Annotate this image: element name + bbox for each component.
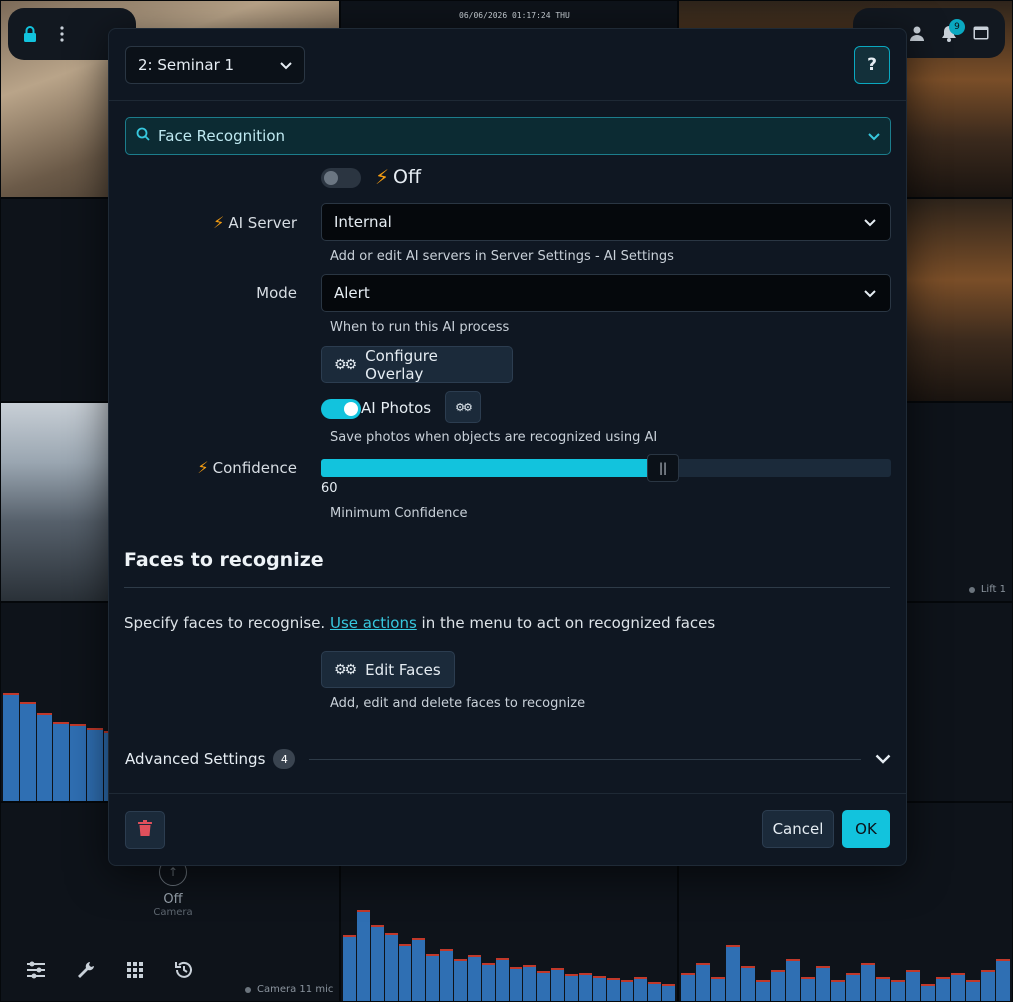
- faces-description-text: Specify faces to recognise.: [124, 614, 330, 632]
- mode-label-text: Mode: [256, 284, 297, 302]
- ai-server-label-text: AI Server: [228, 213, 297, 232]
- gears-icon: ⚙⚙: [455, 400, 473, 414]
- ai-photos-settings-button[interactable]: ⚙⚙: [445, 391, 481, 423]
- faces-description: Specify faces to recognise. Use actions …: [124, 614, 715, 632]
- ai-server-help: Add or edit AI servers in Server Setting…: [330, 249, 674, 264]
- ok-button[interactable]: OK: [842, 810, 890, 848]
- configure-overlay-label: Configure Overlay: [365, 346, 438, 383]
- use-actions-link[interactable]: Use actions: [330, 614, 417, 632]
- enable-status: ⚡ Off: [375, 165, 421, 189]
- camera-select-value: 2: Seminar 1: [138, 56, 235, 74]
- wrench-icon[interactable]: [76, 960, 96, 980]
- ai-server-label: ⚡ AI Server: [213, 213, 297, 232]
- edit-faces-button[interactable]: ⚙⚙ Edit Faces: [321, 651, 455, 688]
- confidence-slider-fill: [321, 459, 663, 477]
- enable-toggle[interactable]: [321, 168, 361, 188]
- advanced-settings-toggle[interactable]: Advanced Settings 4: [125, 745, 891, 773]
- faces-description-text-after: in the menu to act on recognized faces: [416, 614, 716, 632]
- audio-level-bars: [679, 931, 1012, 1001]
- edit-faces-help: Add, edit and delete faces to recognize: [330, 696, 586, 711]
- section-select-value: Face Recognition: [158, 127, 286, 145]
- mode-value: Alert: [334, 284, 370, 302]
- chevron-down-icon: [875, 750, 891, 768]
- section-divider: [124, 587, 890, 588]
- section-select[interactable]: Face Recognition: [125, 117, 891, 155]
- history-icon[interactable]: [174, 960, 194, 980]
- lock-icon[interactable]: [22, 25, 38, 43]
- gears-icon: ⚙⚙: [334, 661, 357, 678]
- cancel-button[interactable]: Cancel: [762, 810, 834, 848]
- advanced-settings-label: Advanced Settings: [125, 750, 266, 768]
- advanced-settings-count-badge: 4: [273, 749, 296, 769]
- ai-server-value: Internal: [334, 213, 392, 231]
- ai-photos-toggle[interactable]: [321, 399, 361, 419]
- confidence-slider[interactable]: ||: [321, 454, 891, 482]
- faces-section-title: Faces to recognize: [124, 549, 324, 571]
- confidence-slider-thumb[interactable]: ||: [647, 454, 679, 482]
- enable-status-label: Off: [393, 166, 422, 188]
- camera-caption: Camera 11 mic: [245, 984, 333, 995]
- modal-footer: Cancel OK: [109, 793, 906, 865]
- camera-off-indicator: ↑ Off Camera: [138, 858, 208, 918]
- ai-photos-label: AI Photos: [361, 399, 432, 417]
- ai-settings-modal: 2: Seminar 1 ? Face Recognition ⚡ Off ⚡ …: [108, 28, 907, 866]
- chevron-down-icon: [864, 284, 876, 302]
- chevron-down-icon: [868, 127, 880, 145]
- ai-server-select[interactable]: Internal: [321, 203, 891, 241]
- camera-timestamp: 06/06/2026 01:17:24 THU: [459, 11, 570, 20]
- help-button[interactable]: ?: [854, 46, 890, 84]
- camera-off-label: Off: [163, 892, 183, 907]
- bolt-icon: ⚡: [375, 165, 390, 189]
- confidence-value: 60: [321, 481, 338, 496]
- mode-label: Mode: [256, 284, 297, 302]
- bolt-icon: ⚡: [213, 213, 225, 232]
- chevron-down-icon: [864, 213, 876, 231]
- configure-overlay-button[interactable]: ⚙⚙ Configure Overlay: [321, 346, 513, 383]
- camera-select[interactable]: 2: Seminar 1: [125, 46, 305, 84]
- camera-off-sublabel: Camera: [153, 907, 193, 918]
- mode-select[interactable]: Alert: [321, 274, 891, 312]
- more-vertical-icon[interactable]: [60, 26, 64, 42]
- delete-button[interactable]: [125, 811, 165, 849]
- window-icon[interactable]: [973, 26, 989, 40]
- camera-caption: Lift 1: [968, 584, 1006, 595]
- confidence-label-text: Confidence: [212, 458, 297, 477]
- trash-icon: [138, 820, 152, 840]
- advanced-divider: [309, 758, 861, 760]
- search-icon: [136, 127, 150, 145]
- audio-level-bars: [341, 906, 677, 1001]
- user-icon[interactable]: [909, 25, 925, 41]
- chevron-down-icon: [280, 56, 292, 74]
- grid-icon[interactable]: [126, 961, 144, 979]
- mode-help: When to run this AI process: [330, 320, 510, 335]
- gears-icon: ⚙⚙: [334, 356, 357, 373]
- edit-faces-label: Edit Faces: [365, 660, 441, 679]
- bell-icon[interactable]: 9: [941, 18, 965, 42]
- ai-photos-help: Save photos when objects are recognized …: [330, 430, 658, 445]
- modal-header: 2: Seminar 1 ?: [109, 29, 906, 101]
- confidence-label: ⚡ Confidence: [197, 458, 297, 477]
- bolt-icon: ⚡: [197, 458, 209, 477]
- confidence-help: Minimum Confidence: [330, 506, 468, 521]
- bottom-toolbar: [0, 938, 230, 1002]
- sliders-icon[interactable]: [26, 961, 46, 979]
- notification-count-badge: 9: [949, 18, 965, 35]
